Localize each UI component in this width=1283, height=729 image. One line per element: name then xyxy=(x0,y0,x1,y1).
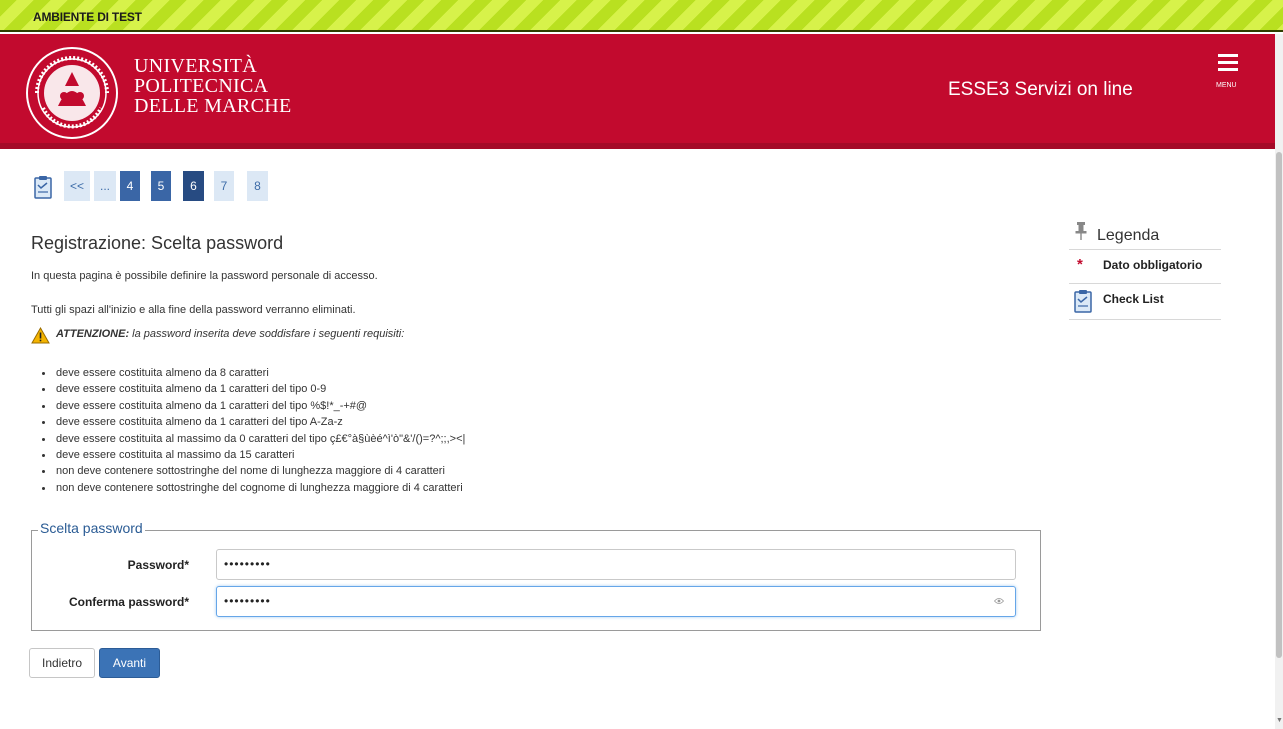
service-title: ESSE3 Servizi on line xyxy=(948,79,1133,100)
required-star-icon: * xyxy=(1077,256,1083,273)
warning-icon xyxy=(31,327,50,344)
university-name-line-1: UNIVERSITÀ xyxy=(134,55,257,77)
university-name[interactable]: UNIVERSITÀ POLITECNICA DELLE MARCHE xyxy=(134,56,291,116)
password-rules-list: deve essere costituita almeno da 8 carat… xyxy=(40,365,465,496)
menu-label: MENU xyxy=(1216,82,1237,89)
hamburger-icon xyxy=(1218,61,1238,64)
step-5[interactable]: 5 xyxy=(151,171,171,201)
list-item: deve essere costituita almeno da 1 carat… xyxy=(40,414,465,430)
list-item: deve essere costituita almeno da 1 carat… xyxy=(40,398,465,414)
step-7[interactable]: 7 xyxy=(214,171,234,201)
list-item: deve essere costituita al massimo da 0 c… xyxy=(40,431,465,447)
list-item: non deve contenere sottostringhe del cog… xyxy=(40,480,465,496)
fieldset-legend: Scelta password xyxy=(38,520,145,536)
legend-title: Legenda xyxy=(1097,227,1160,244)
divider xyxy=(1069,319,1221,320)
step-8[interactable]: 8 xyxy=(247,171,268,201)
test-environment-banner: AMBIENTE DI TEST xyxy=(0,0,1283,32)
list-item: deve essere costituita al massimo da 15 … xyxy=(40,447,465,463)
site-header: UNIVERSITÀ POLITECNICA DELLE MARCHE ESSE… xyxy=(0,34,1275,149)
menu-button[interactable]: MENU xyxy=(1216,52,1256,92)
hamburger-icon xyxy=(1218,68,1238,71)
warning-message: la password inserita deve soddisfare i s… xyxy=(129,328,405,340)
page-title: Registrazione: Scelta password xyxy=(31,233,284,253)
divider xyxy=(1069,283,1221,284)
list-item: deve essere costituita almeno da 8 carat… xyxy=(40,365,465,381)
divider xyxy=(1069,249,1221,250)
hamburger-icon xyxy=(1218,54,1238,57)
checklist-icon xyxy=(1074,290,1092,313)
next-button[interactable]: Avanti xyxy=(99,648,160,678)
scroll-down-arrow-icon[interactable]: ▼ xyxy=(1276,717,1283,724)
university-name-line-3: DELLE MARCHE xyxy=(134,95,292,117)
university-seal-icon[interactable] xyxy=(25,46,119,140)
page-scrollbar[interactable]: ▼ xyxy=(1275,34,1283,729)
step-first[interactable]: << xyxy=(64,171,90,201)
list-item: deve essere costituita almeno da 1 carat… xyxy=(40,381,465,397)
warning-text: ATTENZIONE: la password inserita deve so… xyxy=(56,328,404,340)
step-ellipsis[interactable]: ... xyxy=(94,171,116,201)
spaces-note-text: Tutti gli spazi all'inizio e alla fine d… xyxy=(31,304,356,316)
legend-required-label: Dato obbligatorio xyxy=(1103,258,1203,272)
confirm-password-label: Conferma password* xyxy=(68,595,189,609)
test-environment-label: AMBIENTE DI TEST xyxy=(33,10,142,24)
step-6[interactable]: 6 xyxy=(183,171,204,201)
list-item: non deve contenere sottostringhe del nom… xyxy=(40,463,465,479)
warning-prefix: ATTENZIONE: xyxy=(56,328,130,340)
scrollbar-thumb[interactable] xyxy=(1276,152,1282,658)
intro-text: In questa pagina è possibile definire la… xyxy=(31,270,378,282)
back-button[interactable]: Indietro xyxy=(29,648,95,678)
legend-checklist-label: Check List xyxy=(1103,292,1164,306)
password-label: Password* xyxy=(127,558,189,572)
university-name-line-2: POLITECNICA xyxy=(134,75,269,97)
password-field[interactable]: ••••••••• xyxy=(216,549,1016,580)
step-4[interactable]: 4 xyxy=(120,171,140,201)
pin-icon xyxy=(1075,222,1087,240)
reveal-password-icon[interactable] xyxy=(994,597,1004,605)
confirm-password-field[interactable]: ••••••••• xyxy=(216,586,1016,617)
checklist-icon[interactable] xyxy=(33,175,53,199)
